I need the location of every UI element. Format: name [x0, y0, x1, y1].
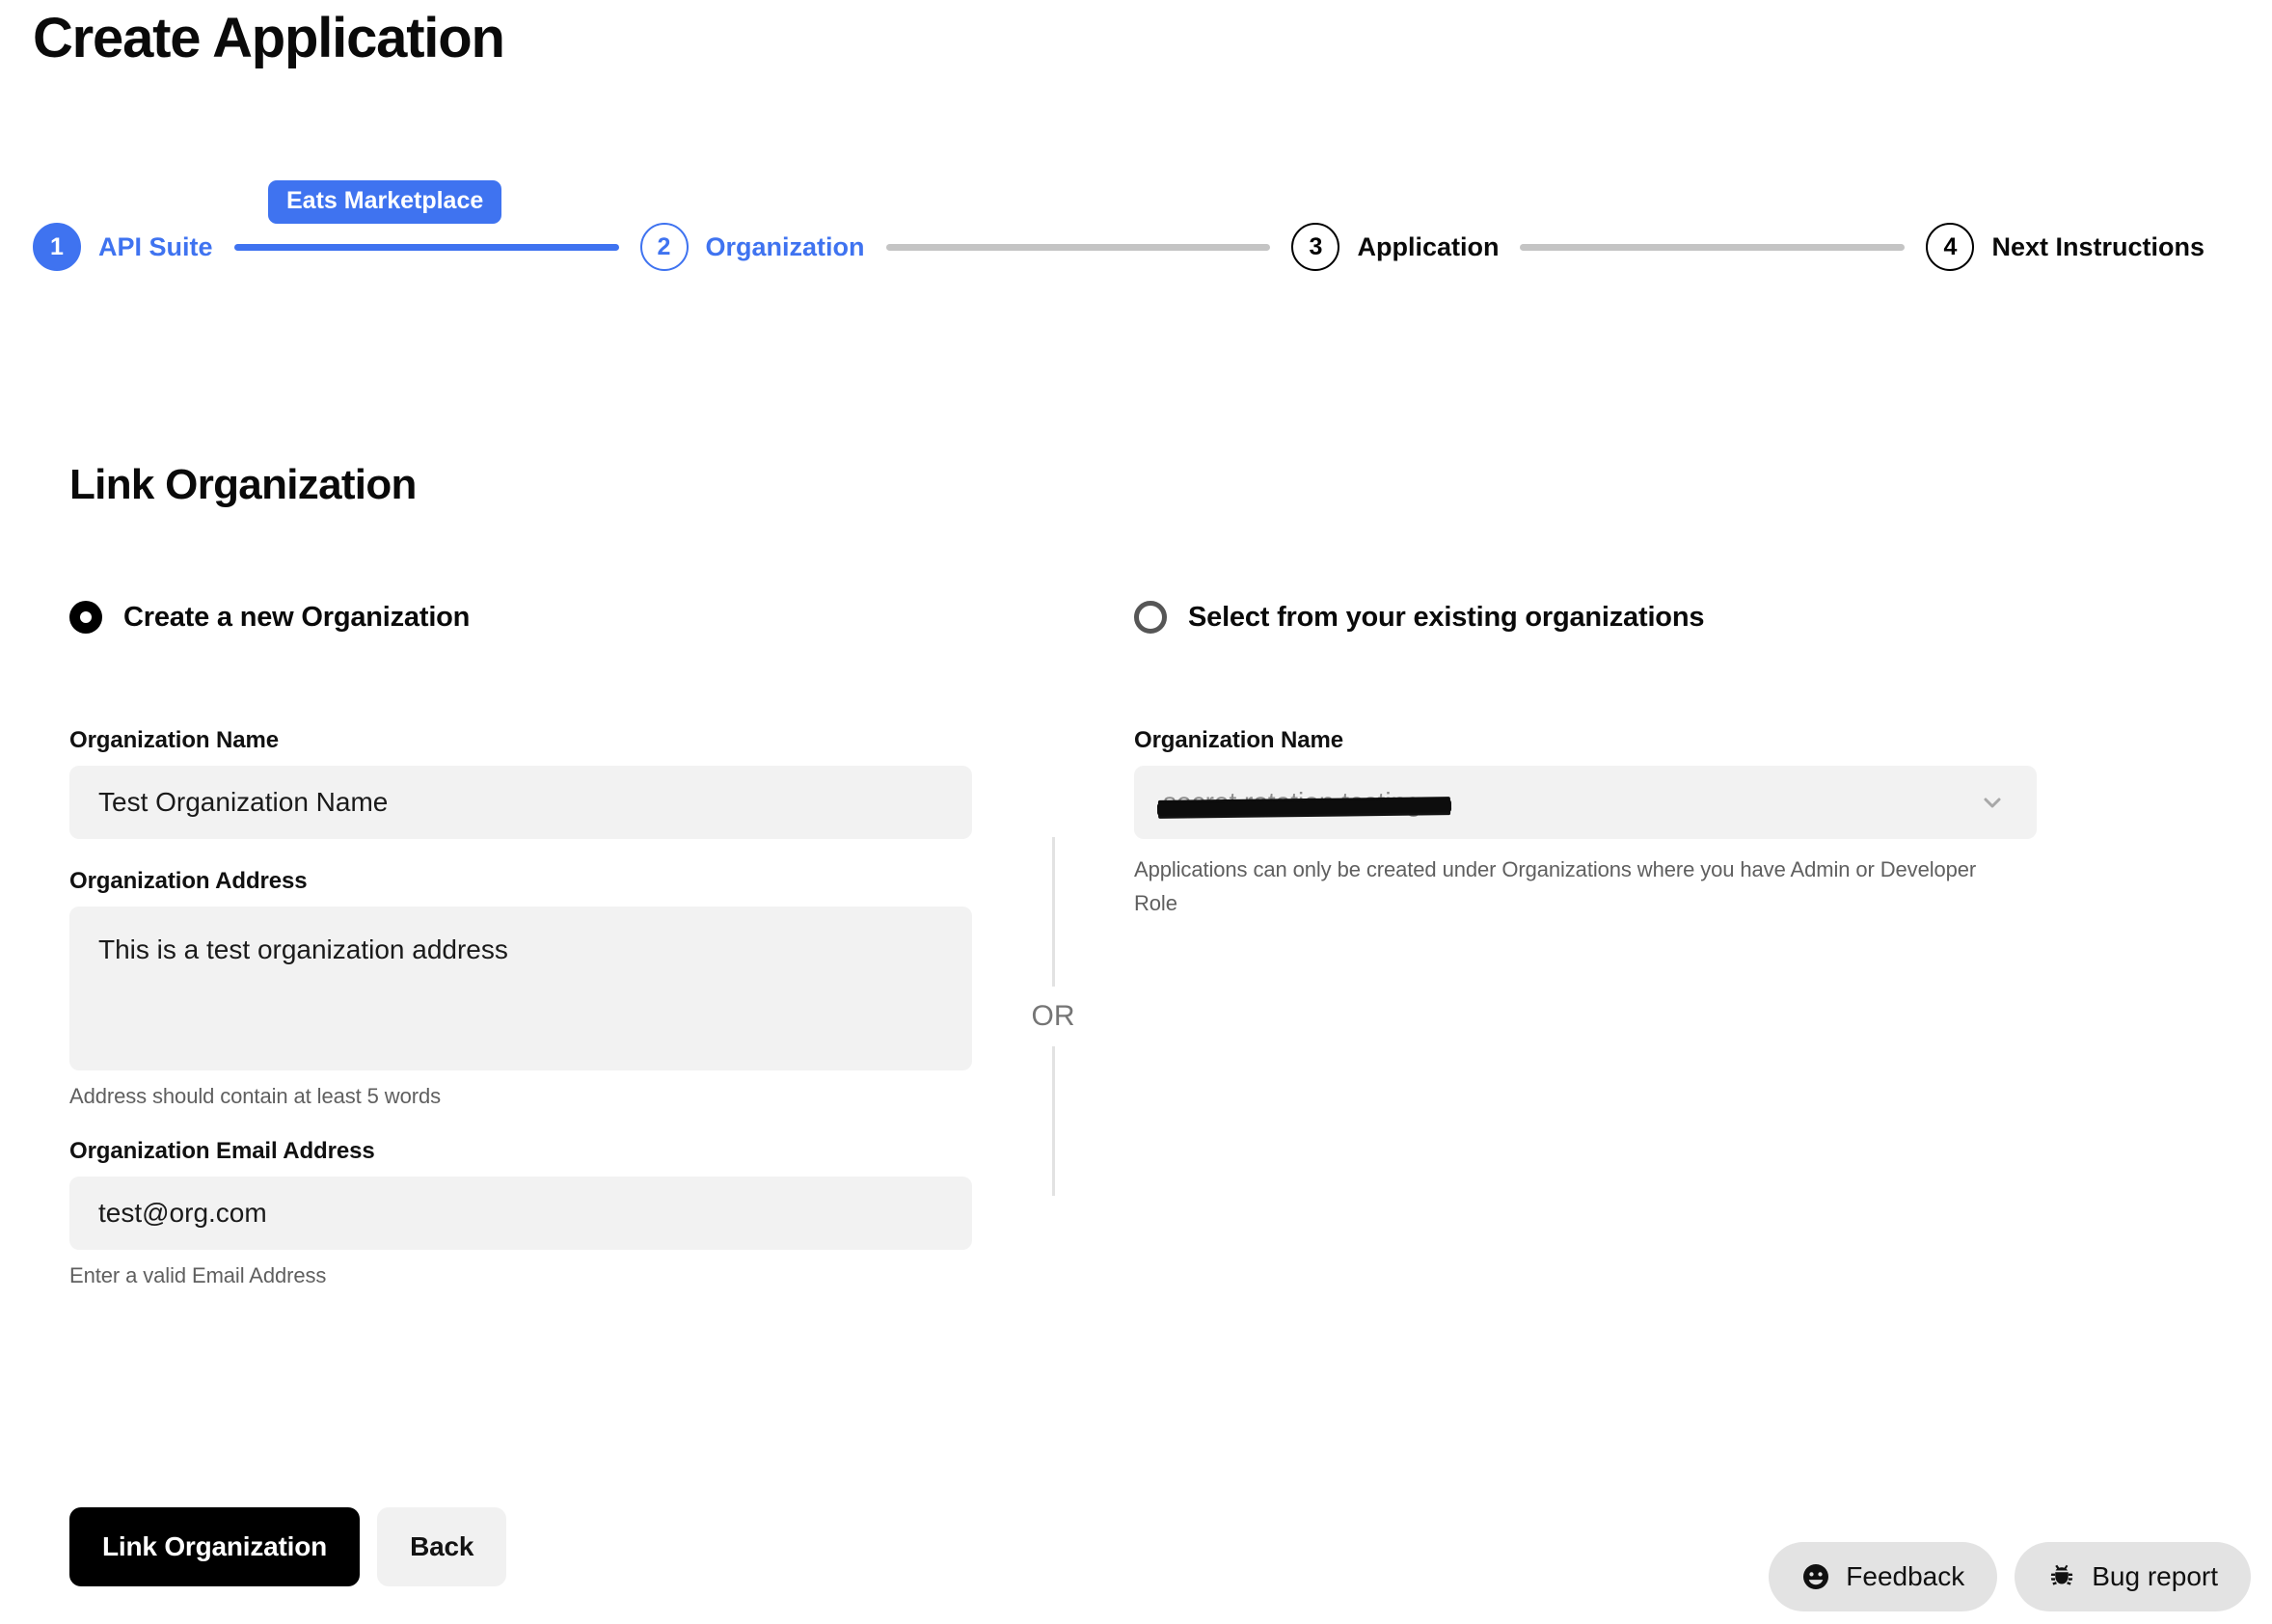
radio-create-new-organization-label: Create a new Organization — [123, 601, 471, 633]
step-3-number: 3 — [1291, 223, 1340, 271]
step-3-label: Application — [1357, 231, 1500, 261]
existing-organization-field: Organization Name secret rotation testin… — [1134, 727, 2041, 920]
step-4-number: 4 — [1926, 223, 1975, 271]
step-2-label: Organization — [705, 231, 865, 261]
or-divider-label: OR — [1031, 1000, 1075, 1032]
step-application[interactable]: 3 Application — [1291, 223, 1499, 271]
page-title: Create Application — [33, 7, 505, 69]
existing-organization-helper: Applications can only be created under O… — [1134, 857, 1977, 916]
or-divider-line-bottom — [1051, 1046, 1055, 1196]
existing-organization-label: Organization Name — [1134, 727, 1344, 753]
feedback-button[interactable]: Feedback — [1769, 1542, 1998, 1611]
step-organization[interactable]: 2 Organization — [639, 223, 865, 271]
step-next-instructions[interactable]: 4 Next Instructions — [1926, 223, 2204, 271]
organization-email-input[interactable] — [69, 1177, 972, 1250]
step-4-label: Next Instructions — [1991, 231, 2204, 261]
organization-email-label: Organization Email Address — [69, 1138, 375, 1164]
stepper-connector-1 — [233, 243, 619, 251]
create-new-organization-panel: Create a new Organization Organization N… — [69, 598, 976, 1288]
radio-create-new-organization[interactable]: Create a new Organization — [69, 598, 976, 636]
stepper-connector-2 — [885, 243, 1271, 251]
redaction-overlay — [1156, 798, 1452, 816]
or-divider-line-top — [1051, 837, 1055, 987]
feedback-button-label: Feedback — [1846, 1561, 1965, 1591]
organization-address-input[interactable]: This is a test organization address — [69, 907, 972, 1070]
smiley-face-icon — [1801, 1562, 1830, 1591]
radio-create-new-organization-indicator[interactable] — [69, 601, 102, 634]
bug-report-button-label: Bug report — [2092, 1561, 2218, 1591]
organization-email-field: Organization Email Address Enter a valid… — [69, 1138, 976, 1288]
back-button[interactable]: Back — [377, 1507, 507, 1586]
api-suite-badge: Eats Marketplace — [268, 180, 502, 224]
or-divider: OR — [1032, 837, 1075, 1196]
organization-address-label: Organization Address — [69, 868, 308, 894]
link-organization-button[interactable]: Link Organization — [69, 1507, 361, 1586]
step-1-number: 1 — [33, 223, 81, 271]
chevron-down-icon — [1981, 791, 2004, 814]
step-api-suite[interactable]: 1 API Suite — [33, 223, 213, 271]
bug-icon — [2047, 1562, 2076, 1591]
radio-select-existing-organization-indicator[interactable] — [1134, 601, 1167, 634]
bug-report-button[interactable]: Bug report — [2015, 1542, 2251, 1611]
radio-select-existing-organization-label: Select from your existing organizations — [1188, 601, 1705, 633]
radio-select-existing-organization[interactable]: Select from your existing organizations — [1134, 598, 2041, 636]
organization-address-field: Organization Address This is a test orga… — [69, 868, 976, 1109]
step-1-label: API Suite — [98, 231, 213, 261]
organization-name-field: Organization Name — [69, 727, 976, 839]
organization-name-input[interactable] — [69, 766, 972, 839]
progress-stepper: 1 API Suite 2 Organization 3 Application… — [33, 220, 2204, 274]
select-existing-organization-panel: Select from your existing organizations … — [1134, 598, 2041, 920]
section-title: Link Organization — [69, 461, 417, 508]
stepper-connector-3 — [1520, 243, 1906, 251]
floating-support-widgets: Feedback Bug report — [1769, 1542, 2251, 1611]
existing-organization-select[interactable]: secret rotation testing — [1134, 766, 2037, 839]
form-actions: Link Organization Back — [69, 1507, 507, 1586]
organization-name-label: Organization Name — [69, 727, 280, 753]
existing-organization-selected-value: secret rotation testing — [1156, 787, 1452, 818]
step-2-number: 2 — [639, 223, 689, 271]
organization-email-helper: Enter a valid Email Address — [69, 1263, 327, 1287]
organization-address-helper: Address should contain at least 5 words — [69, 1084, 441, 1108]
